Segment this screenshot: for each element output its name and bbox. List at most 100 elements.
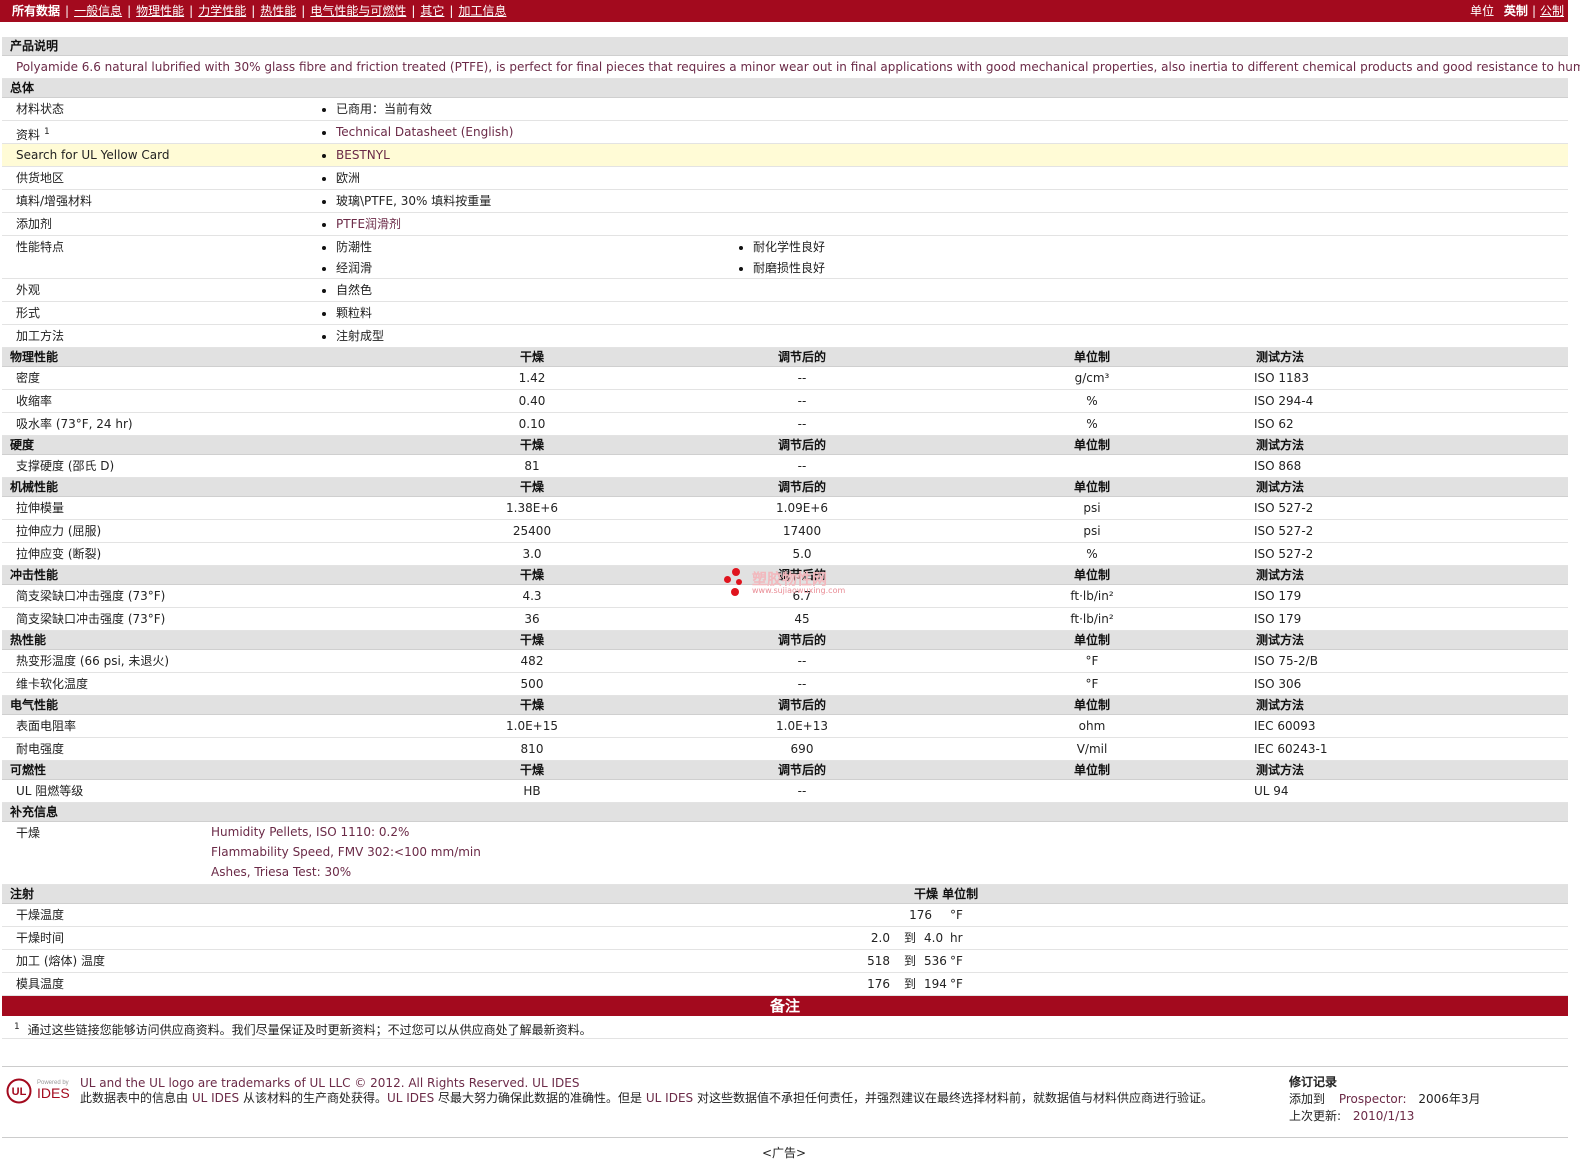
general-values: 玻璃\PTFE, 30% 填料按重量 <box>322 190 491 212</box>
supplement-label: 干燥 <box>16 826 41 840</box>
supplement-lines: Humidity Pellets, ISO 1110: 0.2% Flammab… <box>211 822 481 882</box>
general-row: 填料/增强材料 玻璃\PTFE, 30% 填料按重量 <box>2 190 1568 213</box>
general-label: 填料/增强材料 <box>16 194 93 208</box>
value-unit: psi <box>1083 501 1101 515</box>
notes-bar: 备注 <box>2 996 1568 1016</box>
top-nav-bar: 所有数据 | 一般信息 | 物理性能 | 力学性能 | 热性能 | 电气性能与可燃性 | 其它 | 加工信息… <box>0 0 1568 22</box>
injection-label: 干燥温度 <box>16 908 65 922</box>
bullet-icon <box>322 334 326 339</box>
col-header-dry: 干燥 <box>519 350 544 364</box>
property-label: 拉伸模量 <box>16 501 65 515</box>
property-row: 耐电强度 810 690 V/mil IEC 60243-1 <box>2 738 1568 761</box>
property-row: 收缩率 0.40 --% ISO 294-4 <box>2 390 1568 413</box>
section-header: 物理性能 干燥 调节后的 单位制 测试方法 <box>2 348 1568 367</box>
value-from: 176 <box>867 977 890 991</box>
bullet-icon <box>322 222 326 227</box>
general-value-text[interactable]: Technical Datasheet (English) <box>336 125 513 139</box>
value-unit: % <box>1086 547 1098 561</box>
general-value-text[interactable]: PTFE润滑剂 <box>336 217 401 231</box>
col-header-method: 测试方法 <box>1256 633 1305 647</box>
property-label: UL 阻燃等级 <box>16 784 84 798</box>
tab-mechanical[interactable]: 力学性能 <box>198 0 246 22</box>
injection-label: 加工 (熔体) 温度 <box>16 954 105 968</box>
value-conditioned: 690 <box>790 742 814 756</box>
bullet-icon <box>739 245 743 250</box>
col-header-method: 测试方法 <box>1256 480 1305 494</box>
general-label: 供货地区 <box>16 171 65 185</box>
prospector-link[interactable]: Prospector: <box>1339 1092 1407 1106</box>
general-value-text: 已商用：当前有效 <box>336 102 433 116</box>
section-header: 电气性能 干燥 调节后的 单位制 测试方法 <box>2 696 1568 715</box>
added-label: 添加到 <box>1289 1092 1326 1106</box>
property-label: 维卡软化温度 <box>16 677 89 691</box>
injection-title: 注射 <box>10 887 35 901</box>
general-row: 供货地区 欧洲 <box>2 167 1568 190</box>
col-header-method: 测试方法 <box>1256 568 1305 582</box>
disclaimer-part: 从该材料的生产商处获得。 <box>242 1091 387 1105</box>
general-values: 欧洲 <box>322 167 360 189</box>
section-title: 可燃性 <box>10 763 47 777</box>
value-conditioned: -- <box>797 371 807 385</box>
general-value-text: 注射成型 <box>336 329 385 343</box>
value-unit: % <box>1086 394 1098 408</box>
property-label: 表面电阻率 <box>16 719 77 733</box>
feature-item-text: 防潮性 <box>336 240 373 254</box>
unit-english[interactable]: 英制 <box>1504 4 1528 18</box>
footnote-sup: 1 <box>44 127 50 137</box>
value-from: 2.0 <box>870 931 890 945</box>
injection-label: 干燥时间 <box>16 931 65 945</box>
ul-ides-link[interactable]: UL IDES <box>387 1091 434 1105</box>
bullet-icon <box>322 199 326 204</box>
col-header-unit: 单位制 <box>1073 633 1110 647</box>
bullet-icon <box>739 266 743 271</box>
tab-physical[interactable]: 物理性能 <box>136 0 184 22</box>
col-header-dry: 干燥 <box>519 480 544 494</box>
tab-electrical[interactable]: 电气性能与可燃性 <box>310 0 406 22</box>
unit-metric[interactable]: 公制 <box>1540 4 1564 18</box>
feature-item-text: 经润滑 <box>336 261 373 275</box>
test-method: ISO 179 <box>1254 589 1302 603</box>
injection-rows: 干燥温度 176 °F 干燥时间到 4.0 2.0 hr 加工 (熔体) 温度到 536 518 °… <box>2 904 1568 996</box>
col-header-dry: 干燥 <box>519 698 544 712</box>
ad-placeholder[interactable]: <广告> <box>0 1144 1568 1161</box>
property-row: 拉伸模量 1.38E+6 1.09E+6 psi ISO 527-2 <box>2 497 1568 520</box>
section-general: 总体 <box>2 79 1568 98</box>
tab-general[interactable]: 一般信息 <box>74 0 122 22</box>
data-tabs: 所有数据 | 一般信息 | 物理性能 | 力学性能 | 热性能 | 电气性能与可燃性 | 其它 | 加工信息 <box>12 0 506 22</box>
injection-row: 加工 (熔体) 温度 到 536 518 °F <box>2 950 1568 973</box>
general-value-text[interactable]: BESTNYL <box>336 148 390 162</box>
test-method: ISO 1183 <box>1254 371 1309 385</box>
value-unit: hr <box>950 931 963 945</box>
ul-ides-link[interactable]: UL IDES <box>646 1091 693 1105</box>
col-header-conditioned: 调节后的 <box>777 763 826 777</box>
tab-all-data[interactable]: 所有数据 <box>12 0 60 22</box>
bullet-icon <box>322 107 326 112</box>
general-label: 性能特点 <box>16 240 65 254</box>
added-line: 添加到 Prospector: 2006年3月 <box>1289 1091 1481 1108</box>
footer-text: UL and the UL logo are trademarks of UL … <box>80 1076 1270 1106</box>
injection-row: 干燥温度 176 °F <box>2 904 1568 927</box>
ul-ides-link[interactable]: UL IDES <box>192 1091 239 1105</box>
value-dry: 81 <box>524 459 540 473</box>
feature-item: 耐磨损性良好 <box>739 258 825 278</box>
property-label: 支撑硬度 (邵氏 D) <box>16 459 115 473</box>
general-label: 外观 <box>16 283 41 297</box>
value-unit: psi <box>1083 524 1101 538</box>
svg-text:UL: UL <box>12 1086 27 1098</box>
tab-processing[interactable]: 加工信息 <box>458 0 506 22</box>
revision-title: 修订记录 <box>1289 1075 1338 1089</box>
general-row[interactable]: Search for UL Yellow Card BESTNYL <box>2 144 1568 167</box>
section-header: 可燃性 干燥 调节后的 单位制 测试方法 <box>2 761 1568 780</box>
note-sup: 1 <box>14 1022 20 1032</box>
property-row: 密度 1.42 -- g/cm³ ISO 1183 <box>2 367 1568 390</box>
value-unit: °F <box>1085 677 1099 691</box>
value-unit: °F <box>950 954 963 968</box>
tab-thermal[interactable]: 热性能 <box>260 0 296 22</box>
supplement-row: 干燥 Humidity Pellets, ISO 1110: 0.2% Flam… <box>2 822 1568 885</box>
value-dry: 0.10 <box>518 417 546 431</box>
tab-other[interactable]: 其它 <box>420 0 444 22</box>
col-header-conditioned: 调节后的 <box>777 350 826 364</box>
general-label: Search for UL Yellow Card <box>16 148 170 162</box>
value-dry: 500 <box>520 677 544 691</box>
test-method: ISO 179 <box>1254 612 1302 626</box>
